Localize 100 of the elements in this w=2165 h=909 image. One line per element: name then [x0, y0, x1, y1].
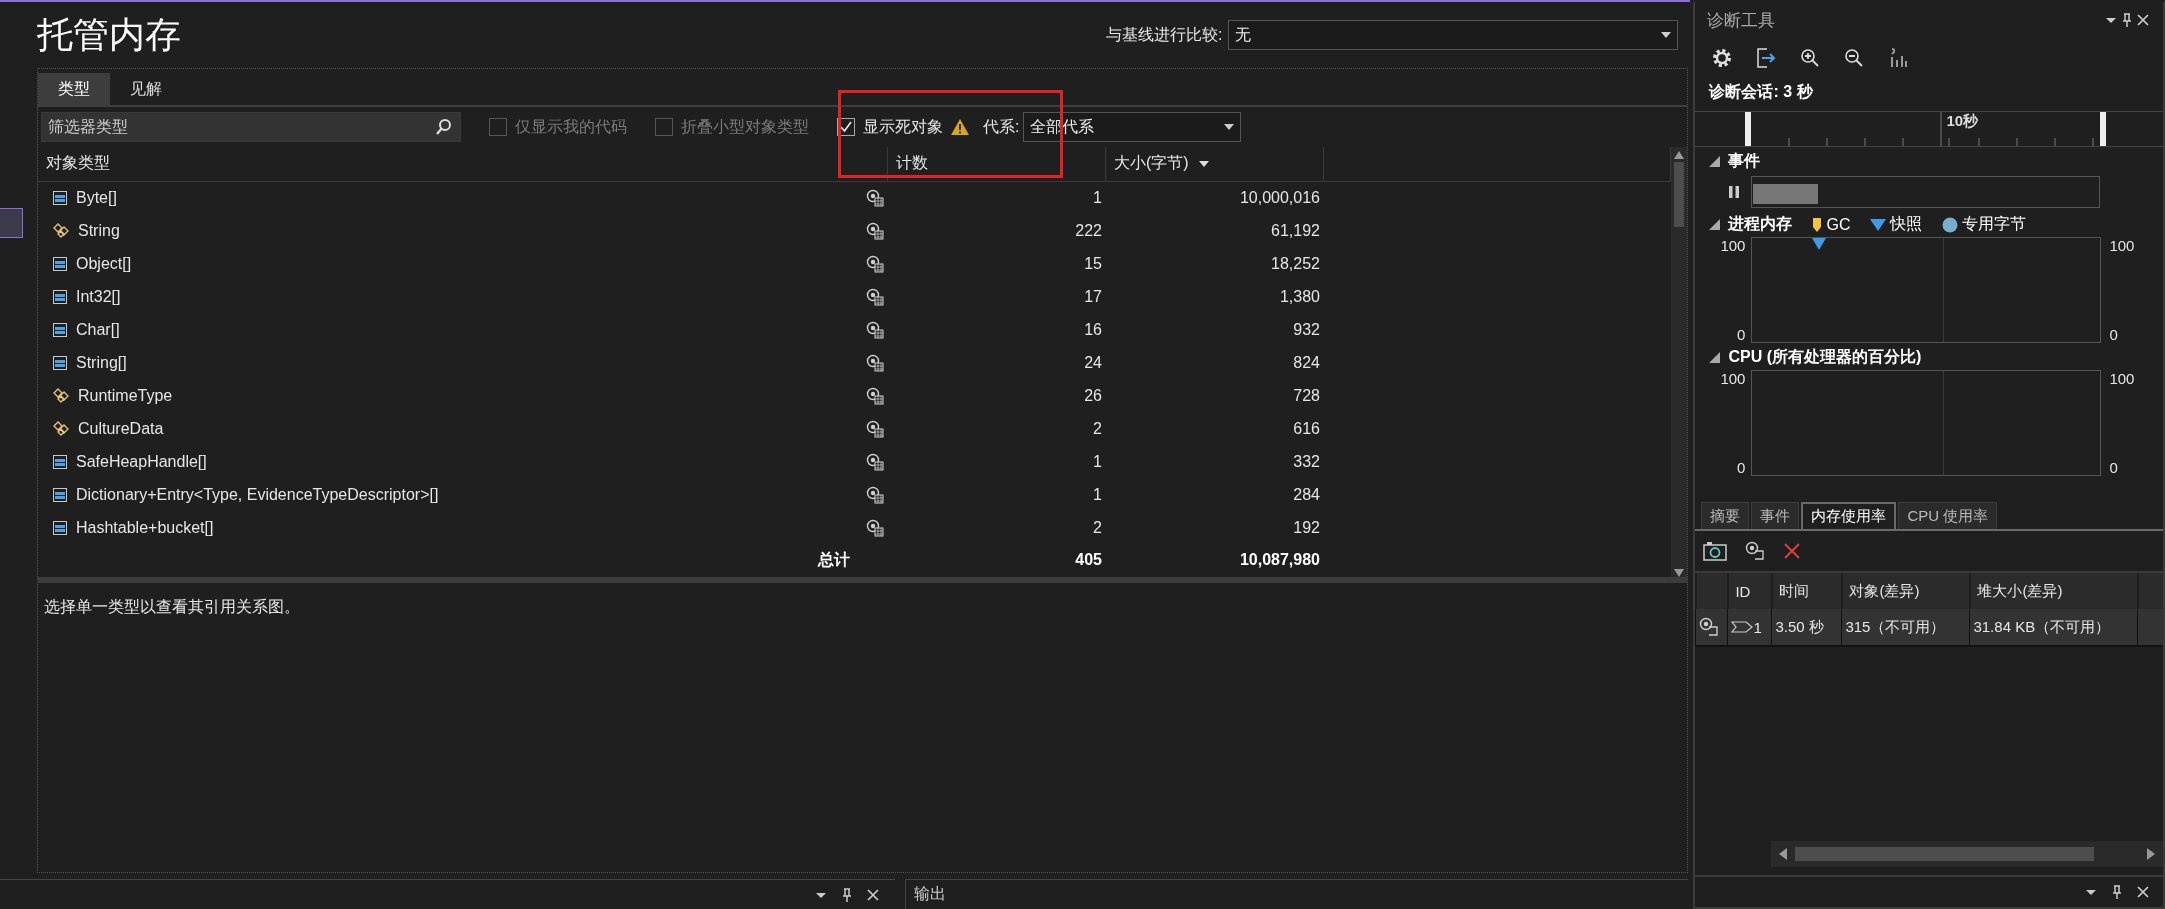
type-name[interactable]: String	[78, 222, 858, 241]
size-cell-text: 192	[1292, 518, 1321, 537]
axis-label: 0	[2109, 326, 2119, 343]
collapse-triangle-icon[interactable]	[1709, 352, 1721, 363]
reference-graph-icon[interactable]	[866, 419, 884, 438]
column-header[interactable]: 大小(字节)	[1106, 147, 1324, 181]
horizontal-scrollbar[interactable]	[1771, 841, 2163, 867]
side-tab[interactable]	[0, 208, 23, 238]
reference-graph-icon[interactable]	[866, 386, 884, 405]
tab[interactable]: CPU 使用率	[1898, 502, 1998, 529]
camera-icon[interactable]	[1703, 541, 1728, 561]
timeline-handle[interactable]	[1745, 112, 1752, 146]
close-icon[interactable]	[865, 886, 881, 903]
type-name[interactable]: Dictionary+Entry<Type, EvidenceTypeDescriptor>[]	[76, 485, 858, 504]
generation-label: 代系:	[983, 116, 1020, 137]
reference-graph-icon[interactable]	[866, 255, 884, 274]
reference-graph-icon[interactable]	[866, 518, 884, 537]
export-icon[interactable]	[1755, 47, 1778, 69]
class-icon	[52, 387, 70, 404]
array-icon	[52, 256, 68, 273]
axis-label: 0	[2109, 459, 2119, 476]
caret-icon	[1661, 32, 1672, 38]
tab[interactable]: 事件	[1751, 502, 1800, 529]
filter-field[interactable]: 筛选器类型	[41, 112, 461, 142]
panel-title: 诊断工具	[1707, 9, 1777, 32]
scroll-thumb[interactable]	[1795, 847, 2094, 861]
type-name[interactable]: Byte[]	[76, 189, 858, 208]
detail-message: 选择单一类型以查看其引用关系图。	[44, 598, 300, 615]
checkbox-label[interactable]: 显示死对象	[863, 116, 943, 138]
total-label: 总计	[816, 549, 851, 570]
scroll-up-icon[interactable]	[1674, 151, 1685, 159]
legend-label: 快照	[1890, 214, 1923, 234]
type-name[interactable]: Char[]	[76, 321, 858, 339]
count-cell-text: 1	[1092, 485, 1103, 504]
snapshot-icon	[1699, 617, 1720, 637]
type-name[interactable]: Hashtable+bucket[]	[76, 518, 858, 537]
timeline-handle[interactable]	[2100, 112, 2107, 146]
count-cell-text: 15	[1083, 255, 1103, 274]
total-count: 405	[1074, 551, 1103, 570]
count-cell-text: 1	[1092, 189, 1103, 208]
snapshot-id: 1	[1753, 618, 1762, 636]
event-bar	[1753, 184, 1819, 204]
scroll-right-icon[interactable]	[2147, 848, 2155, 860]
size-cell-text: 824	[1292, 353, 1321, 372]
count-cell-text: 222	[1074, 222, 1103, 241]
page-title: 托管内存	[37, 12, 181, 57]
tab[interactable]: 内存使用率	[1801, 502, 1897, 529]
collapse-triangle-icon[interactable]	[1709, 219, 1721, 230]
vertical-scrollbar[interactable]	[1671, 147, 1688, 577]
axis-label: 100	[1719, 237, 1746, 254]
section-title[interactable]: 事件	[1728, 151, 1761, 172]
size-cell-text: 332	[1292, 452, 1321, 471]
close-icon[interactable]	[2135, 884, 2151, 900]
delete-icon[interactable]	[1783, 542, 1802, 560]
section-title[interactable]: 进程内存	[1728, 214, 1793, 235]
reference-graph-icon[interactable]	[866, 452, 884, 471]
count-cell-text: 24	[1083, 353, 1103, 372]
type-name[interactable]: RuntimeType	[78, 386, 858, 405]
count-cell-text: 16	[1083, 321, 1103, 339]
scroll-thumb[interactable]	[1674, 162, 1685, 227]
type-name[interactable]: Object[]	[76, 255, 858, 274]
count-cell-text: 17	[1083, 288, 1103, 307]
axis-label: 0	[1736, 326, 1746, 343]
type-name[interactable]: CultureData	[78, 419, 858, 438]
timeline-label: 10秒	[1946, 112, 1979, 131]
type-name[interactable]: SafeHeapHandle[]	[76, 452, 858, 471]
scroll-left-icon[interactable]	[1779, 848, 1788, 860]
reference-graph-icon[interactable]	[866, 222, 884, 241]
snapshot-marker-icon	[1812, 238, 1827, 250]
caret-icon	[1224, 124, 1235, 130]
timeline-ruler[interactable]: 10秒	[1695, 111, 2163, 147]
compare-label: 与基线进行比较:	[1106, 24, 1223, 45]
reference-graph-icon[interactable]	[866, 189, 884, 208]
reference-graph-icon[interactable]	[866, 353, 884, 372]
column-header[interactable]: 计数	[888, 147, 1106, 181]
section-title[interactable]: CPU (所有处理器的百分比)	[1728, 347, 1922, 368]
close-icon[interactable]	[2135, 12, 2151, 28]
axis-label: 100	[2109, 370, 2136, 387]
column-header[interactable]: 对象类型	[38, 147, 888, 181]
session-duration: 诊断会话: 3 秒	[1707, 82, 1814, 102]
reference-graph-icon[interactable]	[866, 321, 884, 339]
checkbox[interactable]	[837, 118, 855, 136]
size-cell-text: 61,192	[1270, 222, 1321, 241]
tab[interactable]: 摘要	[1701, 502, 1750, 529]
collapse-triangle-icon[interactable]	[1709, 156, 1721, 167]
count-cell-text: 2	[1092, 518, 1103, 537]
legend-label: GC	[1826, 215, 1851, 234]
settings-icon[interactable]	[1711, 47, 1734, 69]
size-cell-text: 616	[1292, 419, 1321, 438]
array-icon	[52, 453, 68, 470]
tab[interactable]: 类型	[38, 73, 110, 105]
reference-graph-icon[interactable]	[866, 485, 884, 504]
heap-size-cell: 31.84 KB（不可用）	[1969, 609, 2138, 645]
type-name[interactable]: String[]	[76, 353, 858, 372]
baseline-dropdown[interactable]: 无	[1228, 20, 1679, 50]
type-name[interactable]: Int32[]	[76, 288, 858, 307]
tab[interactable]: 见解	[110, 73, 182, 105]
pause-icon[interactable]	[1729, 186, 1740, 198]
size-cell-text: 1,380	[1278, 288, 1321, 307]
reference-graph-icon[interactable]	[866, 288, 884, 307]
